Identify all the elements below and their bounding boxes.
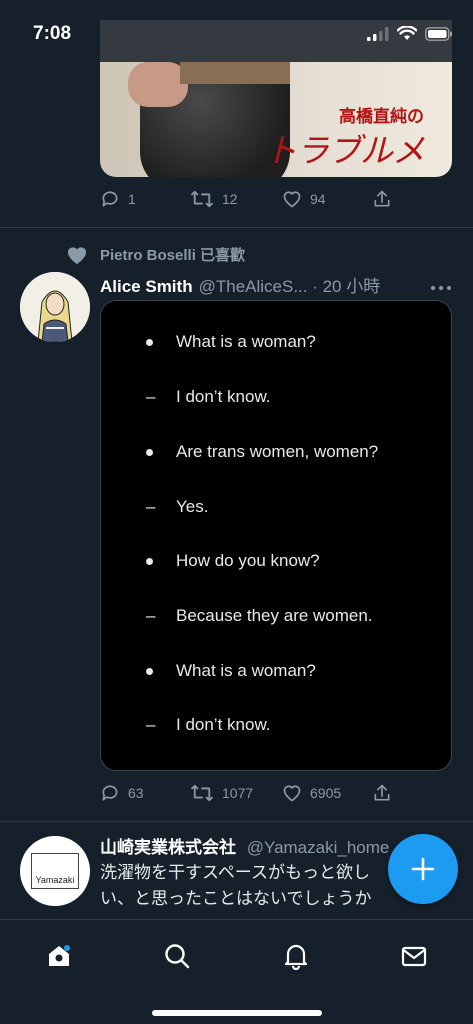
previous-tweet-image[interactable]: 高橋直純の トラブルメーカー (100, 62, 452, 177)
avatar[interactable] (20, 272, 90, 342)
handle[interactable]: @Yamazaki_home (247, 838, 390, 857)
image-caption-big: トラブルメーカー (264, 131, 425, 170)
retweet-count: 1077 (222, 785, 254, 801)
dialogue-line: How do you know? (146, 551, 320, 571)
tab-search[interactable] (157, 936, 197, 976)
reply-icon (102, 785, 118, 801)
liked-by-text: Pietro Boselli 已喜歡 (100, 247, 246, 264)
home-indicator[interactable] (152, 1010, 322, 1016)
avatar[interactable]: Yamazaki (20, 836, 90, 906)
display-name[interactable]: Alice Smith (100, 277, 193, 297)
image-box (180, 62, 290, 84)
like-count: 94 (310, 191, 326, 207)
search-icon (165, 944, 190, 969)
heart-filled-icon (67, 246, 87, 264)
retweet-button[interactable]: 1077 (190, 783, 253, 803)
cellular-signal-icon (367, 26, 389, 41)
share-button[interactable] (372, 189, 392, 209)
home-icon (49, 945, 70, 966)
share-button[interactable] (372, 783, 392, 803)
tweet-header: Alice Smith @TheAliceS... · 20 小時 (100, 272, 460, 297)
plus-icon (411, 857, 435, 881)
handle-and-time[interactable]: @TheAliceS... · 20 小時 (199, 272, 381, 297)
dialogue-line: – Because they are women. (146, 606, 373, 625)
dialogue-line: – Yes. (146, 497, 209, 516)
more-options-button[interactable] (430, 278, 452, 296)
like-button[interactable]: 94 (282, 189, 326, 209)
bullet-icon (146, 448, 153, 456)
bullet-icon (146, 338, 153, 346)
envelope-icon (401, 946, 427, 967)
image-hand (128, 62, 188, 107)
share-icon (374, 784, 390, 801)
bottom-tab-bar (0, 919, 473, 1024)
dialogue-line: Are trans women, women? (146, 442, 378, 462)
like-button[interactable]: 6905 (282, 783, 341, 803)
tab-messages[interactable] (394, 936, 434, 976)
image-caption: 高橋直純の トラブルメーカー (264, 102, 444, 177)
reply-button[interactable]: 63 (100, 783, 144, 803)
retweet-button[interactable]: 12 (190, 189, 238, 209)
bullet-icon (146, 557, 153, 565)
bell-icon (284, 944, 308, 970)
retweet-icon (191, 784, 213, 802)
tweet-media-image[interactable]: What is a woman? – I don’t know. Are tran… (100, 300, 452, 771)
tweet-divider (0, 227, 473, 228)
dialogue-line: What is a woman? (146, 661, 316, 681)
tweet-divider (0, 821, 473, 822)
avatar-logo-text: Yamazaki (31, 853, 79, 889)
battery-icon (425, 26, 452, 41)
status-bar: 7:08 (0, 0, 473, 62)
like-count: 6905 (310, 785, 342, 801)
wifi-icon (397, 26, 417, 40)
dialogue-line: What is a woman? (146, 332, 316, 352)
display-name[interactable]: 山崎実業株式会社 (100, 838, 236, 857)
dialogue-line: – I don’t know. (146, 387, 271, 406)
tab-home[interactable] (39, 936, 79, 976)
reply-button[interactable]: 1 (100, 189, 136, 209)
reply-icon (102, 191, 118, 207)
more-icon (431, 286, 451, 290)
avatar-illustration (20, 272, 90, 342)
bullet-icon (146, 667, 153, 675)
heart-icon (283, 785, 301, 802)
tab-notifications[interactable] (276, 936, 316, 976)
status-time: 7:08 (33, 23, 72, 44)
retweet-icon (191, 190, 213, 208)
reply-count: 63 (128, 785, 144, 801)
dialogue-line: – I don’t know. (146, 715, 271, 734)
status-icons (367, 26, 453, 41)
share-icon (374, 190, 390, 207)
reply-count: 1 (128, 191, 136, 207)
liked-by-line[interactable]: Pietro Boselli 已喜歡 (66, 244, 245, 265)
retweet-count: 12 (222, 191, 238, 207)
compose-tweet-button[interactable] (388, 834, 458, 904)
heart-icon (283, 191, 301, 208)
